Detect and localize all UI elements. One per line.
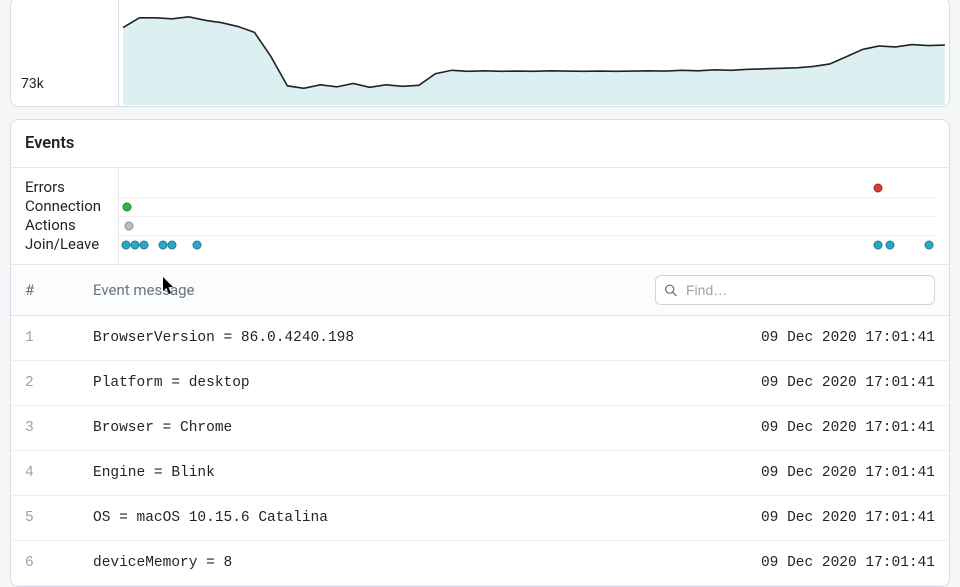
row-message: OS = macOS 10.15.6 Catalina (93, 510, 761, 526)
row-message: Platform = desktop (93, 375, 761, 391)
table-row[interactable]: 1BrowserVersion = 86.0.4240.19809 Dec 20… (11, 316, 949, 361)
events-heading: Events (11, 120, 949, 168)
event-dot[interactable] (123, 203, 132, 212)
find-input[interactable] (655, 275, 935, 305)
row-timestamp: 09 Dec 2020 17:01:41 (761, 555, 935, 571)
lane-labels: Errors Connection Actions Join/Leave (11, 168, 119, 264)
event-dot[interactable] (140, 241, 149, 250)
row-index: 4 (25, 465, 93, 481)
event-dot[interactable] (159, 241, 168, 250)
event-dot[interactable] (131, 241, 140, 250)
event-lanes: Errors Connection Actions Join/Leave (11, 168, 949, 265)
row-message: deviceMemory = 8 (93, 555, 761, 571)
lane-label-errors: Errors (25, 178, 118, 197)
col-header-message: Event message (93, 281, 655, 299)
event-dot[interactable] (924, 241, 933, 250)
lane-label-connection: Connection (25, 197, 118, 216)
chart-y-tick: 73k (11, 0, 119, 106)
col-header-index: # (25, 281, 93, 299)
lane-tracks[interactable] (119, 168, 949, 264)
track-join-leave[interactable] (119, 235, 937, 254)
table-row[interactable]: 4Engine = Blink09 Dec 2020 17:01:41 (11, 451, 949, 496)
lane-label-joinleave: Join/Leave (25, 235, 118, 254)
event-dot[interactable] (192, 241, 201, 250)
events-panel: Events Errors Connection Actions Join/Le… (10, 119, 950, 587)
event-dot[interactable] (124, 222, 133, 231)
search-icon (664, 284, 677, 297)
event-rows: 1BrowserVersion = 86.0.4240.19809 Dec 20… (11, 316, 949, 586)
event-dot[interactable] (121, 241, 130, 250)
event-dot[interactable] (885, 241, 894, 250)
chart-line (119, 0, 949, 109)
table-row[interactable]: 5OS = macOS 10.15.6 Catalina09 Dec 2020 … (11, 496, 949, 541)
row-message: BrowserVersion = 86.0.4240.198 (93, 330, 761, 346)
row-timestamp: 09 Dec 2020 17:01:41 (761, 330, 935, 346)
event-dot[interactable] (168, 241, 177, 250)
track-connection[interactable] (119, 197, 937, 216)
event-table-header: # Event message (11, 265, 949, 316)
find-field-wrapper (655, 275, 935, 305)
row-timestamp: 09 Dec 2020 17:01:41 (761, 465, 935, 481)
event-dot[interactable] (874, 241, 883, 250)
row-index: 1 (25, 330, 93, 346)
row-timestamp: 09 Dec 2020 17:01:41 (761, 375, 935, 391)
lane-label-actions: Actions (25, 216, 118, 235)
row-index: 2 (25, 375, 93, 391)
row-index: 3 (25, 420, 93, 436)
metrics-chart-panel: 73k (10, 0, 950, 107)
table-row[interactable]: 3Browser = Chrome09 Dec 2020 17:01:41 (11, 406, 949, 451)
table-row[interactable]: 6deviceMemory = 809 Dec 2020 17:01:41 (11, 541, 949, 586)
row-timestamp: 09 Dec 2020 17:01:41 (761, 510, 935, 526)
track-errors[interactable] (119, 178, 937, 197)
chart-plot-area[interactable] (119, 0, 949, 106)
row-index: 5 (25, 510, 93, 526)
table-row[interactable]: 2Platform = desktop09 Dec 2020 17:01:41 (11, 361, 949, 406)
event-dot[interactable] (874, 183, 883, 192)
row-index: 6 (25, 555, 93, 571)
track-actions[interactable] (119, 216, 937, 235)
row-timestamp: 09 Dec 2020 17:01:41 (761, 420, 935, 436)
row-message: Browser = Chrome (93, 420, 761, 436)
row-message: Engine = Blink (93, 465, 761, 481)
